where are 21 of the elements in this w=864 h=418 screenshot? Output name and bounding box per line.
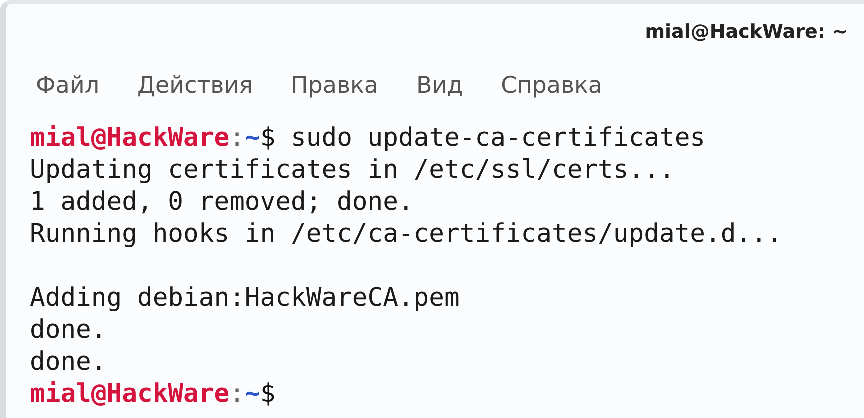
menu-item[interactable]: Правка — [291, 73, 379, 99]
output-line: Updating certificates in /etc/ssl/certs... — [30, 155, 675, 185]
prompt-symbol: $ — [260, 123, 276, 153]
menu-item[interactable]: Действия — [138, 73, 253, 99]
prompt-user-host: mial@HackWare — [30, 379, 230, 409]
prompt-separator: : — [230, 379, 245, 409]
menu-item[interactable]: Справка — [501, 73, 603, 99]
prompt-separator: : — [230, 123, 245, 153]
prompt-path: ~ — [244, 123, 260, 153]
window-title: mial@HackWare: ~ — [645, 21, 848, 43]
output-line: done. — [30, 347, 107, 377]
command-text: sudo update-ca-certificates — [290, 123, 706, 153]
prompt-user-host: mial@HackWare — [30, 123, 230, 153]
menu-item[interactable]: Вид — [416, 73, 464, 99]
prompt-path: ~ — [244, 379, 260, 409]
output-line: Adding debian:HackWareCA.pem — [30, 283, 460, 313]
output-line: 1 added, 0 removed; done. — [30, 187, 414, 217]
output-line: Running hooks in /etc/ca-certificates/update.d... — [30, 219, 782, 249]
output-line: done. — [30, 315, 107, 345]
prompt-symbol: $ — [260, 379, 276, 409]
menu-item[interactable]: Файл — [36, 73, 100, 99]
